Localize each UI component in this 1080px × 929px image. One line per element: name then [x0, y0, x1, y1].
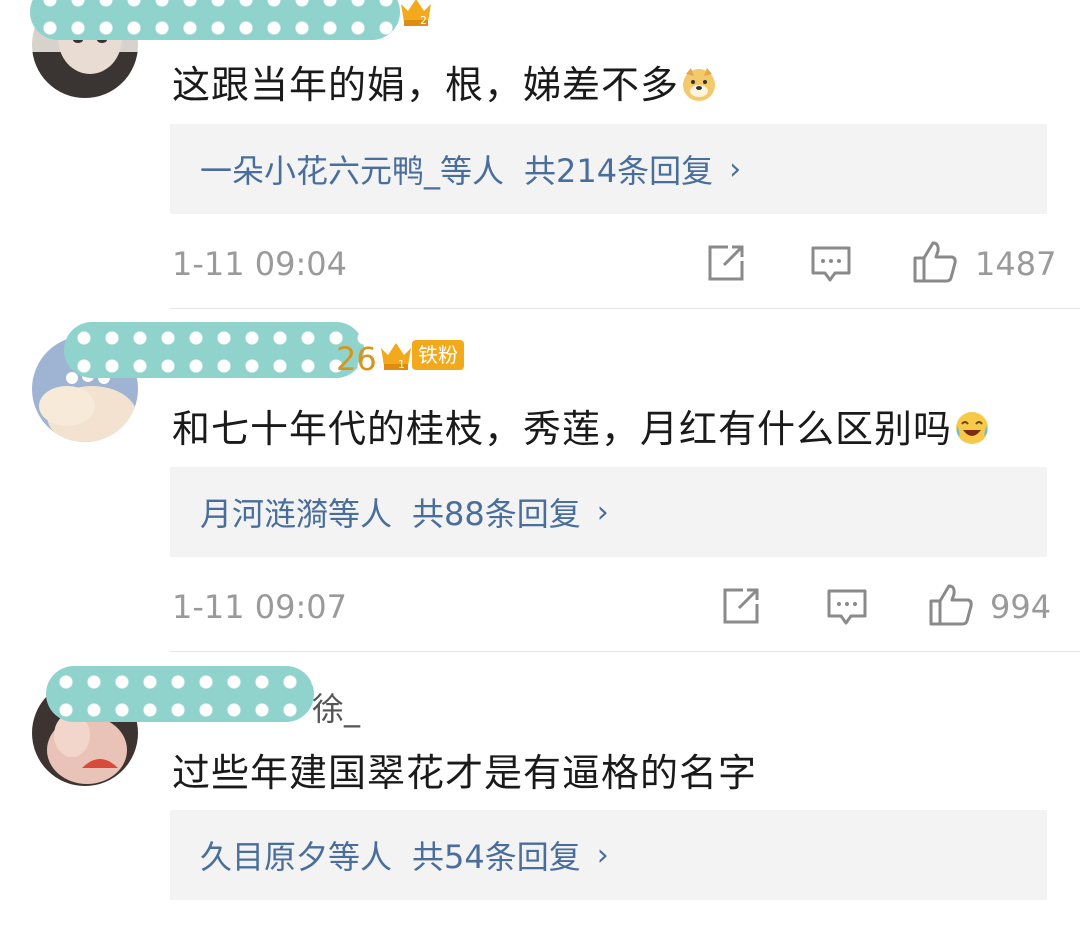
comment-time: 1-11 09:07 — [172, 588, 348, 626]
crown-icon: 2 — [401, 0, 431, 27]
crown-icon: 1 — [381, 343, 411, 371]
comment-icon[interactable] — [810, 245, 852, 285]
share-icon[interactable] — [706, 243, 746, 283]
replies-summary[interactable]: 一朵小花六元鸭_等人 共214条回复 › — [170, 124, 1047, 214]
laugh-cry-emoji — [954, 410, 990, 446]
chevron-right-icon: › — [596, 837, 609, 873]
like-icon[interactable] — [928, 583, 974, 627]
replies-count: 共88条回复 — [412, 495, 581, 533]
username-censored[interactable] — [46, 666, 314, 722]
comment-icon[interactable] — [826, 588, 868, 628]
like-count: 1487 — [975, 245, 1057, 283]
divider — [170, 651, 1080, 652]
replies-count: 共54条回复 — [412, 838, 581, 876]
fan-badge-label: 铁粉 — [412, 340, 464, 370]
chevron-right-icon: › — [729, 151, 742, 187]
comment-text: 这跟当年的娟，根，娣差不多 — [172, 54, 717, 109]
comment-text: 过些年建国翠花才是有逼格的名字 — [172, 751, 758, 795]
username-censored[interactable] — [64, 322, 364, 378]
replies-users: 月河涟漪等人 — [200, 495, 393, 533]
username-tail[interactable]: 26 — [336, 340, 377, 378]
share-icon[interactable] — [721, 586, 761, 626]
username-censored[interactable] — [30, 0, 400, 40]
chevron-right-icon: › — [596, 494, 609, 530]
username-tail[interactable]: 徐_ — [312, 684, 360, 730]
svg-text:2: 2 — [420, 14, 427, 27]
comment-text: 和七十年代的桂枝，秀莲，月红有什么区别吗 — [172, 398, 990, 453]
like-count: 994 — [990, 588, 1052, 626]
comment-time: 1-11 09:04 — [172, 245, 348, 283]
replies-count: 共214条回复 — [524, 152, 714, 190]
replies-summary[interactable]: 久目原夕等人 共54条回复 › — [170, 810, 1047, 900]
member-badge: 2 — [398, 0, 434, 28]
like-icon[interactable] — [912, 240, 958, 284]
replies-users: 一朵小花六元鸭_等人 — [200, 152, 505, 190]
svg-text:1: 1 — [398, 358, 405, 371]
doge-emoji — [681, 66, 717, 102]
divider — [170, 308, 1080, 309]
replies-summary[interactable]: 月河涟漪等人 共88条回复 › — [170, 467, 1047, 557]
replies-users: 久目原夕等人 — [200, 838, 393, 876]
iron-fan-badge: 1 铁粉 — [378, 338, 464, 372]
